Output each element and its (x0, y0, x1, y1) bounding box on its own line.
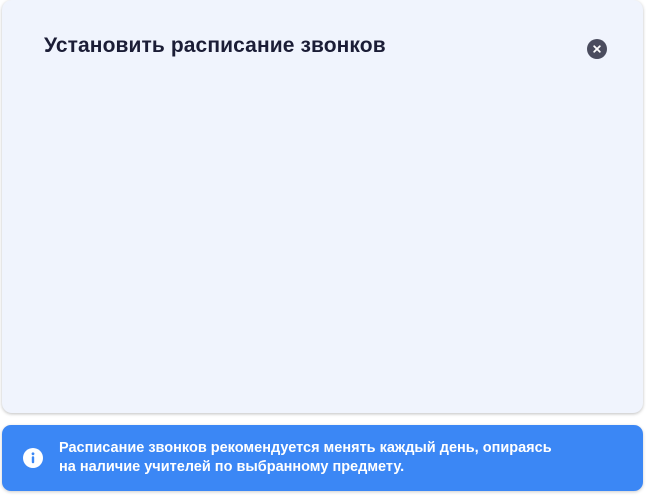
info-icon (23, 448, 43, 468)
info-banner: Расписание звонков рекомендуется менять … (2, 425, 643, 491)
info-message: Расписание звонков рекомендуется менять … (59, 439, 629, 477)
close-button[interactable] (587, 39, 607, 59)
info-message-line-1: Расписание звонков рекомендуется менять … (59, 440, 552, 456)
info-message-line-2: на наличие учителей по выбранному предме… (59, 459, 405, 475)
close-icon (593, 45, 601, 53)
modal-title: Установить расписание звонков (44, 34, 386, 57)
schedule-modal: Установить расписание звонков (2, 0, 643, 413)
